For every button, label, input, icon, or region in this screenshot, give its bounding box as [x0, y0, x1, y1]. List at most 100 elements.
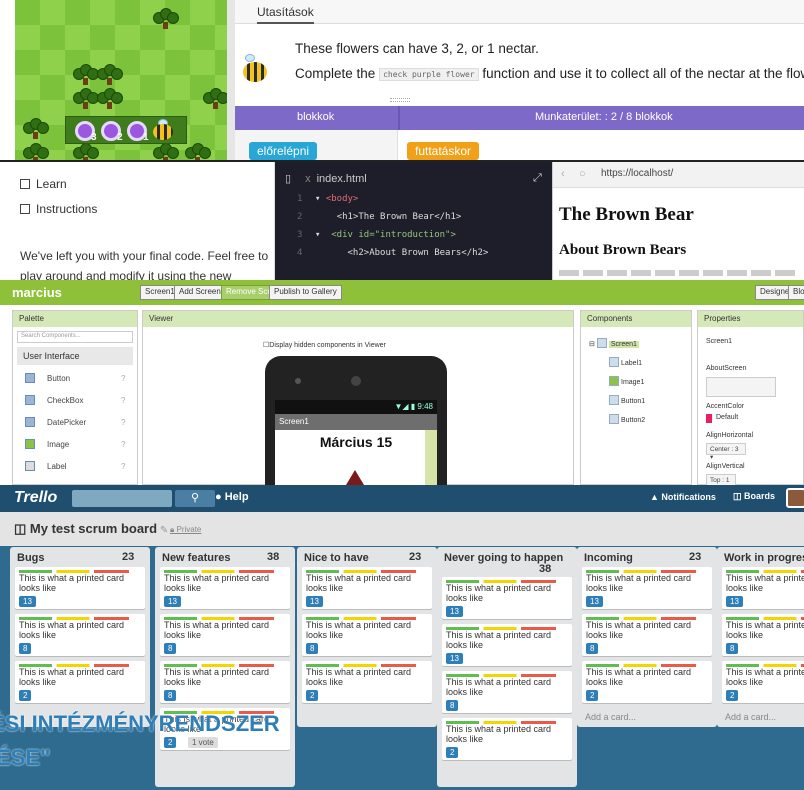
camera-icon [351, 376, 361, 386]
board-title[interactable]: ◫ My test scrum board ✎ [14, 521, 168, 537]
label-marcius-15[interactable]: Március 15 [275, 434, 437, 450]
search-components-input[interactable]: Search Components... [17, 331, 133, 343]
splitter-handle[interactable] [227, 0, 235, 160]
card-text: This is what a printed card looks like [19, 620, 125, 640]
card[interactable]: This is what a printed card looks like 13 [582, 567, 712, 609]
card[interactable]: This is what a printed card looks like 8 [582, 614, 712, 656]
inline-code: check purple flower [379, 67, 479, 81]
help-icon: ? [121, 440, 126, 449]
user-interface-drawer[interactable]: User Interface [17, 347, 133, 365]
visibility-link[interactable]: 🔒︎ Private [170, 525, 201, 535]
close-tab-icon[interactable]: x [305, 173, 311, 185]
card[interactable]: This is what a printed card looks like 13 [442, 577, 572, 619]
workspace-counter: Munkaterület: : 2 / 8 blokkok [535, 111, 673, 123]
learn-item[interactable]: Learn [20, 177, 67, 191]
estimate-badge: 13 [726, 596, 743, 607]
search-input[interactable] [72, 490, 172, 507]
search-icon[interactable]: ⚲ [175, 490, 215, 507]
palette-item-image[interactable]: Image? [17, 437, 133, 453]
card[interactable]: This is what a printed card looks like 13 [442, 624, 572, 666]
component-button1[interactable]: Button1 [609, 395, 645, 405]
accent-color-value[interactable]: Default [706, 414, 738, 423]
card[interactable]: This is what a printed card looks like 2 [442, 718, 572, 760]
card[interactable]: This is what a printed card looks like 8 [302, 614, 432, 656]
avatar[interactable] [786, 488, 804, 508]
calendar-icon [25, 417, 35, 427]
align-horizontal-select[interactable]: Center : 3 ▾ [706, 443, 746, 461]
trello-panel: Trello ⚲ ● Help ▲ Notifications ◫ Boards… [0, 485, 804, 790]
properties-panel: Properties Screen1 AboutScreen AccentCol… [697, 310, 804, 485]
blocks-button[interactable]: Blocks [788, 285, 804, 300]
vote-badge: 1 vote [188, 737, 218, 748]
component-label1[interactable]: Label1 [609, 357, 642, 367]
code-editor[interactable]: ▯ x index.html ⤢ 1 ▾ <body> 2 <h1>The Brown… [275, 162, 552, 280]
help-link[interactable]: ● Help [215, 491, 249, 503]
block-move-forward[interactable]: előrelépni [249, 142, 318, 160]
card[interactable]: This is what a printed card looks like 8 [722, 614, 804, 656]
card-text: This is what a printed card looks like [726, 620, 804, 640]
button-icon [25, 373, 35, 383]
workspace-area[interactable]: előrelépni futtatáskor [235, 130, 804, 160]
learn-label: Learn [36, 177, 67, 191]
list-title[interactable]: Incoming [584, 552, 633, 564]
back-icon[interactable]: ‹ [561, 168, 565, 180]
expand-icon[interactable]: ⤢ [533, 172, 542, 185]
card[interactable]: This is what a printed card looks like 8 [160, 614, 290, 656]
boards-button[interactable]: ◫ Boards [733, 491, 775, 502]
block-when-run[interactable]: futtatáskor [407, 142, 480, 160]
card-text: This is what a printed card looks like [586, 620, 692, 640]
align-vertical-select[interactable]: Top : 1 ▾ [706, 474, 736, 485]
list-title[interactable]: New features [162, 552, 230, 564]
estimate-badge: 8 [164, 643, 177, 654]
palette-item-label[interactable]: Label? [17, 459, 133, 475]
card[interactable]: This is what a printed card looks like 8 [442, 671, 572, 713]
refresh-icon[interactable]: ○ [579, 168, 586, 180]
card[interactable]: This is what a printed card looks like 2 [722, 661, 804, 703]
editor-tab[interactable]: ▯ x index.html [285, 172, 367, 185]
prop-about-label: AboutScreen [706, 365, 747, 372]
components-header: Components [581, 311, 691, 327]
about-screen-input[interactable] [706, 377, 776, 397]
instructions-area: These flowers can have 3, 2, or 1 nectar… [235, 24, 804, 98]
notifications-link[interactable]: ▲ Notifications [650, 492, 716, 502]
trello-logo[interactable]: Trello [14, 489, 57, 507]
component-image1[interactable]: Image1 [609, 376, 644, 386]
list-title[interactable]: Bugs [17, 552, 45, 564]
card[interactable]: This is what a printed card looks like 13 [15, 567, 145, 609]
tab-instructions[interactable]: Utasítások [257, 5, 314, 24]
publish-button[interactable]: Publish to Gallery [269, 285, 342, 300]
divider [398, 106, 400, 130]
list: Incoming 23 This is what a printed card lo… [577, 547, 717, 727]
component-screen1[interactable]: ⊟ Screen1 [589, 338, 639, 348]
image-component[interactable] [337, 470, 373, 485]
palette-item-button[interactable]: Button? [17, 371, 133, 387]
card[interactable]: This is what a printed card looks like 8 [160, 661, 290, 703]
list-count: 38 [267, 551, 280, 563]
card[interactable]: This is what a printed card looks like 13 [302, 567, 432, 609]
list-title[interactable]: Nice to have [304, 552, 369, 564]
add-card-link[interactable]: Add a card... [725, 712, 776, 722]
display-hidden-checkbox[interactable]: ☐Display hidden components in Viewer [263, 341, 386, 349]
list-title[interactable]: Work in progress [724, 552, 804, 564]
preview-faint-text [559, 270, 799, 276]
card[interactable]: This is what a printed card looks like 13 [160, 567, 290, 609]
card[interactable]: This is what a printed card looks like 8 [15, 614, 145, 656]
lesson-text: We've left you with your final code. Fee… [20, 249, 269, 280]
card[interactable]: This is what a printed card looks like 2 [302, 661, 432, 703]
card[interactable]: This is what a printed card looks like 2 [15, 661, 145, 703]
edit-icon: ✎ [157, 525, 169, 536]
palette-item-checkbox[interactable]: CheckBox? [17, 393, 133, 409]
card[interactable]: This is what a printed card looks like 13 [722, 567, 804, 609]
palette-item-datepicker[interactable]: DatePicker? [17, 415, 133, 431]
instructions-item[interactable]: Instructions [20, 202, 97, 216]
tree-icon [23, 118, 49, 139]
url-bar[interactable]: ‹ ○ https://localhost/ [553, 162, 804, 188]
estimate-badge: 13 [586, 596, 603, 607]
card[interactable]: This is what a printed card looks like 2 [582, 661, 712, 703]
add-card-link[interactable]: Add a card... [585, 712, 636, 722]
help-icon: ? [121, 462, 126, 471]
nectar-count: 3 [91, 132, 97, 143]
component-button2[interactable]: Button2 [609, 414, 645, 424]
resize-grip-icon[interactable] [390, 98, 410, 102]
color-swatch [706, 414, 712, 423]
